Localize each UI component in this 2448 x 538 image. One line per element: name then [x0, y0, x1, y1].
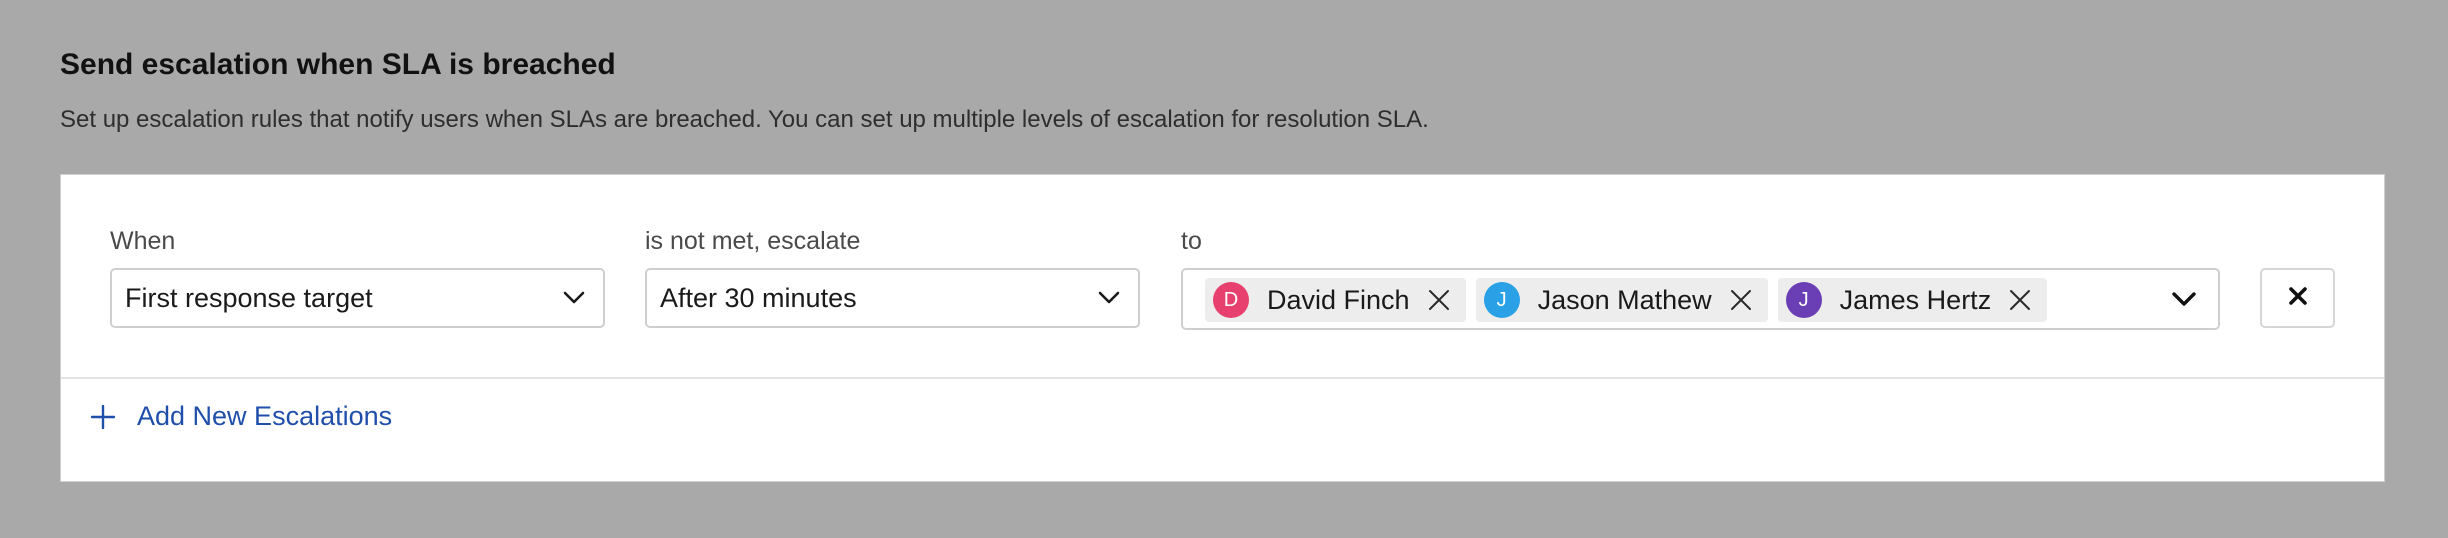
section-title: Send escalation when SLA is breached: [60, 48, 616, 81]
recipient-chip-list: D David Finch J Jason Mathew J James Her…: [1205, 278, 2048, 322]
chevron-down-icon: [1098, 291, 1120, 305]
avatar: J: [1483, 282, 1520, 318]
recipients-multiselect[interactable]: D David Finch J Jason Mathew J James Her…: [1181, 268, 2220, 330]
close-icon: [2288, 286, 2308, 311]
recipient-chip: D David Finch: [1205, 278, 1466, 322]
chevron-down-icon: [563, 291, 585, 305]
sla-target-select[interactable]: First response target: [110, 268, 605, 328]
sla-target-value: First response target: [125, 282, 373, 313]
plus-icon: [90, 404, 116, 429]
recipient-chip: J James Hertz: [1777, 278, 2048, 322]
chevron-down-icon[interactable]: [2172, 291, 2196, 307]
close-icon[interactable]: [1426, 287, 1452, 313]
recipient-chip: J Jason Mathew: [1475, 278, 1768, 322]
avatar: J: [1785, 282, 1822, 318]
recipient-name: Jason Mathew: [1537, 284, 1712, 315]
recipient-name: James Hertz: [1839, 284, 1992, 315]
close-icon[interactable]: [1728, 287, 1754, 313]
add-escalation-label: Add New Escalations: [137, 401, 393, 431]
escalation-rule-row: When First response target is not met, e…: [61, 175, 2384, 379]
when-label: When: [110, 227, 176, 255]
recipient-name: David Finch: [1267, 284, 1410, 315]
add-escalation-button[interactable]: Add New Escalations: [90, 401, 393, 432]
escalation-delay-select[interactable]: After 30 minutes: [645, 268, 1140, 328]
remove-escalation-button[interactable]: [2260, 268, 2335, 328]
escalation-delay-value: After 30 minutes: [660, 282, 857, 313]
escalation-panel: When First response target is not met, e…: [60, 174, 2385, 482]
section-description: Set up escalation rules that notify user…: [60, 106, 1429, 133]
escalate-label: is not met, escalate: [645, 227, 861, 255]
close-icon[interactable]: [2007, 287, 2033, 313]
avatar: D: [1213, 282, 1249, 318]
to-label: to: [1181, 227, 1202, 255]
